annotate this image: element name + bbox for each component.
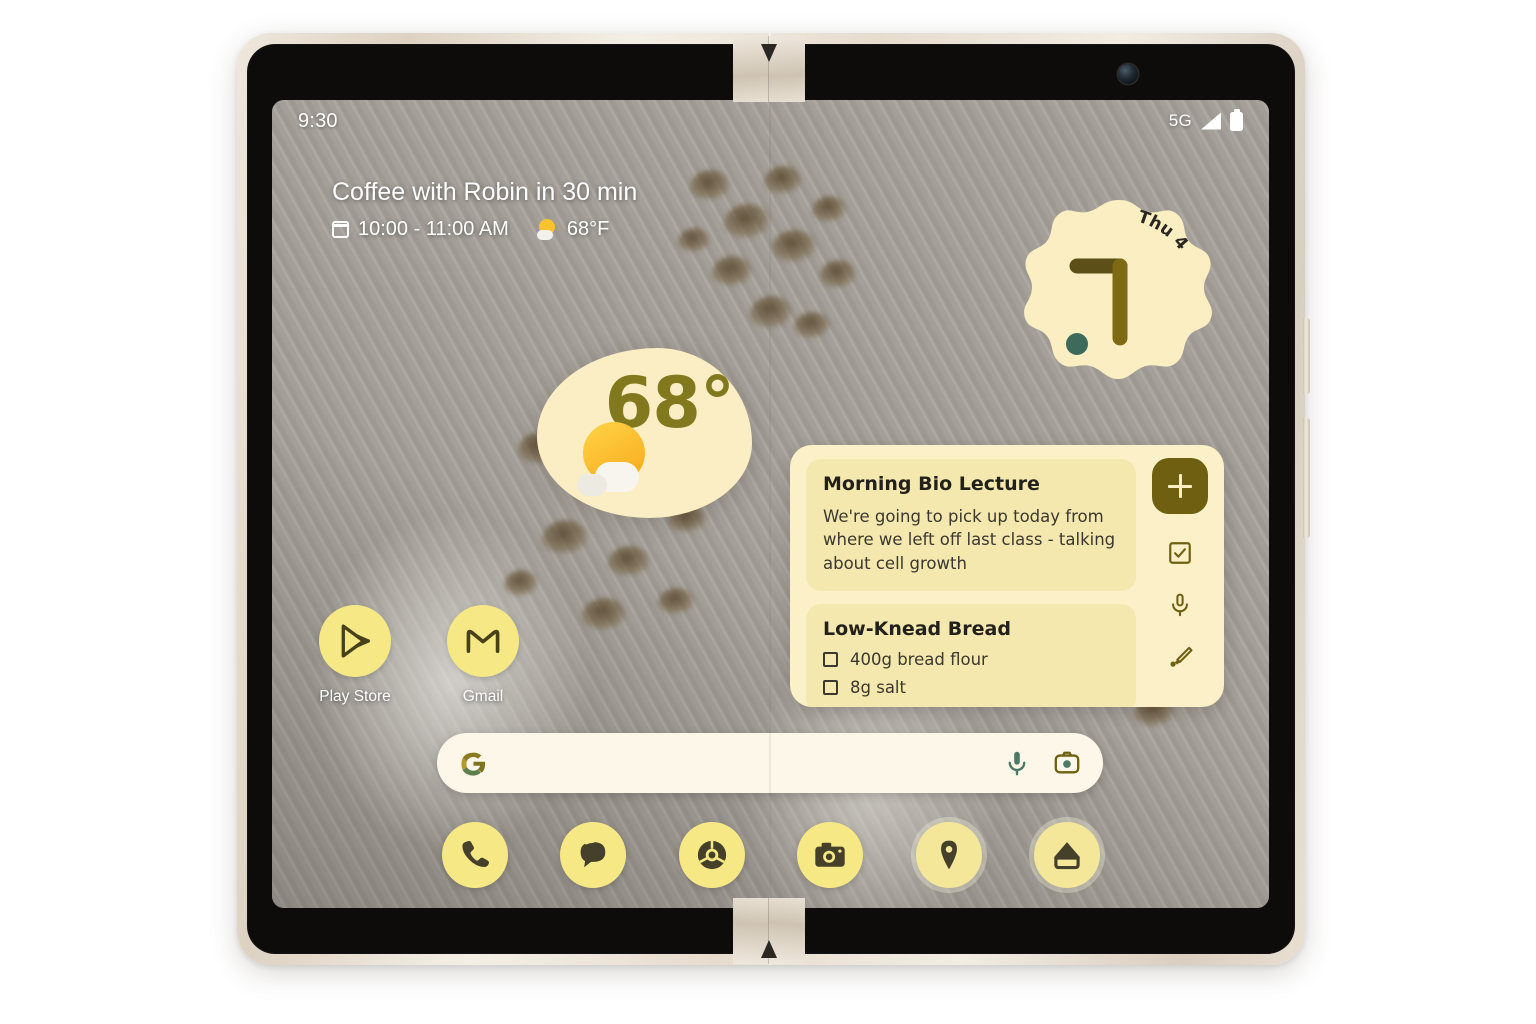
status-bar: 9:30 5G xyxy=(272,100,1269,142)
battery-full-icon xyxy=(1230,108,1243,131)
at-a-glance-details: 10:00 - 11:00 AM 68°F xyxy=(332,218,637,241)
map-pin-icon xyxy=(940,840,957,870)
at-a-glance-widget[interactable]: Coffee with Robin in 30 min 10:00 - 11:0… xyxy=(332,178,637,241)
home-screen-apps: Play Store Gmail xyxy=(318,605,520,706)
google-lens-icon[interactable] xyxy=(1053,749,1081,777)
sun-behind-cloud-icon xyxy=(536,219,558,240)
voice-note-button[interactable] xyxy=(1167,592,1193,618)
calendar-icon xyxy=(332,221,349,238)
gmail-icon[interactable] xyxy=(447,605,519,677)
home-icon xyxy=(1054,842,1080,870)
google-search-bar[interactable] xyxy=(437,733,1103,793)
message-bubble-icon xyxy=(580,840,606,868)
sun-behind-cloud-icon xyxy=(577,422,651,496)
checkbox-icon[interactable] xyxy=(823,680,838,696)
app-play-store[interactable]: Play Store xyxy=(318,605,392,706)
network-type-label: 5G xyxy=(1168,111,1192,130)
checkbox-icon[interactable] xyxy=(823,652,838,668)
clock-widget-face: Thu 4 xyxy=(1024,200,1212,379)
app-label: Gmail xyxy=(462,688,504,705)
note-checklist-item[interactable]: 400g bread flour xyxy=(823,650,1119,669)
dock-chrome[interactable] xyxy=(678,822,745,888)
play-store-icon[interactable] xyxy=(319,605,391,677)
dock-maps[interactable] xyxy=(915,822,982,888)
signal-bars-icon xyxy=(1201,112,1221,130)
power-button[interactable] xyxy=(1303,318,1310,394)
camera-icon xyxy=(815,842,845,867)
new-list-button[interactable] xyxy=(1167,540,1193,566)
note-checklist-item[interactable]: 8g salt xyxy=(823,678,1119,697)
at-a-glance-time-range: 10:00 - 11:00 AM xyxy=(358,218,509,240)
microphone-icon[interactable] xyxy=(1003,749,1031,777)
dock-messages[interactable] xyxy=(560,822,627,888)
app-label: Play Store xyxy=(319,688,391,705)
note-card[interactable]: Low-Knead Bread 400g bread flour 8g salt xyxy=(806,604,1136,707)
clock-accent-dot xyxy=(1066,333,1088,355)
dock xyxy=(442,822,1100,888)
status-bar-clock: 9:30 xyxy=(298,109,338,132)
chrome-icon xyxy=(697,840,726,870)
google-g-icon xyxy=(461,752,486,776)
notes-action-rail xyxy=(1136,445,1224,707)
note-checklist-label: 8g salt xyxy=(850,678,906,698)
note-checklist-label: 400g bread flour xyxy=(850,650,988,670)
dock-camera[interactable] xyxy=(797,822,864,888)
clock-widget[interactable]: Thu 4 xyxy=(1019,196,1219,396)
dock-phone[interactable] xyxy=(442,822,508,888)
status-bar-indicators: 5G xyxy=(1168,108,1243,131)
weather-widget[interactable]: 68° xyxy=(537,348,752,518)
at-a-glance-temperature: 68°F xyxy=(566,218,610,240)
device-screen: 9:30 5G Coffee with Robin in 30 min 10:0… xyxy=(272,100,1269,908)
note-body: We're going to pick up today from where … xyxy=(823,507,1116,573)
add-note-button[interactable] xyxy=(1152,458,1208,514)
note-title: Morning Bio Lecture xyxy=(823,473,1040,495)
front-camera-icon xyxy=(1118,64,1138,84)
notes-list: Morning Bio Lecture We're going to pick … xyxy=(790,445,1136,707)
drawing-note-button[interactable] xyxy=(1167,644,1193,670)
dock-home[interactable] xyxy=(1033,822,1100,888)
note-title: Low-Knead Bread xyxy=(823,618,1011,641)
note-card[interactable]: Morning Bio Lecture We're going to pick … xyxy=(806,459,1136,592)
phone-icon xyxy=(462,840,489,868)
screenshot-root: 9:30 5G Coffee with Robin in 30 min 10:0… xyxy=(0,0,1536,1024)
notes-widget[interactable]: Morning Bio Lecture We're going to pick … xyxy=(790,445,1224,707)
app-gmail[interactable]: Gmail xyxy=(446,605,520,706)
at-a-glance-title: Coffee with Robin in 30 min xyxy=(332,178,638,206)
volume-button[interactable] xyxy=(1303,418,1310,538)
